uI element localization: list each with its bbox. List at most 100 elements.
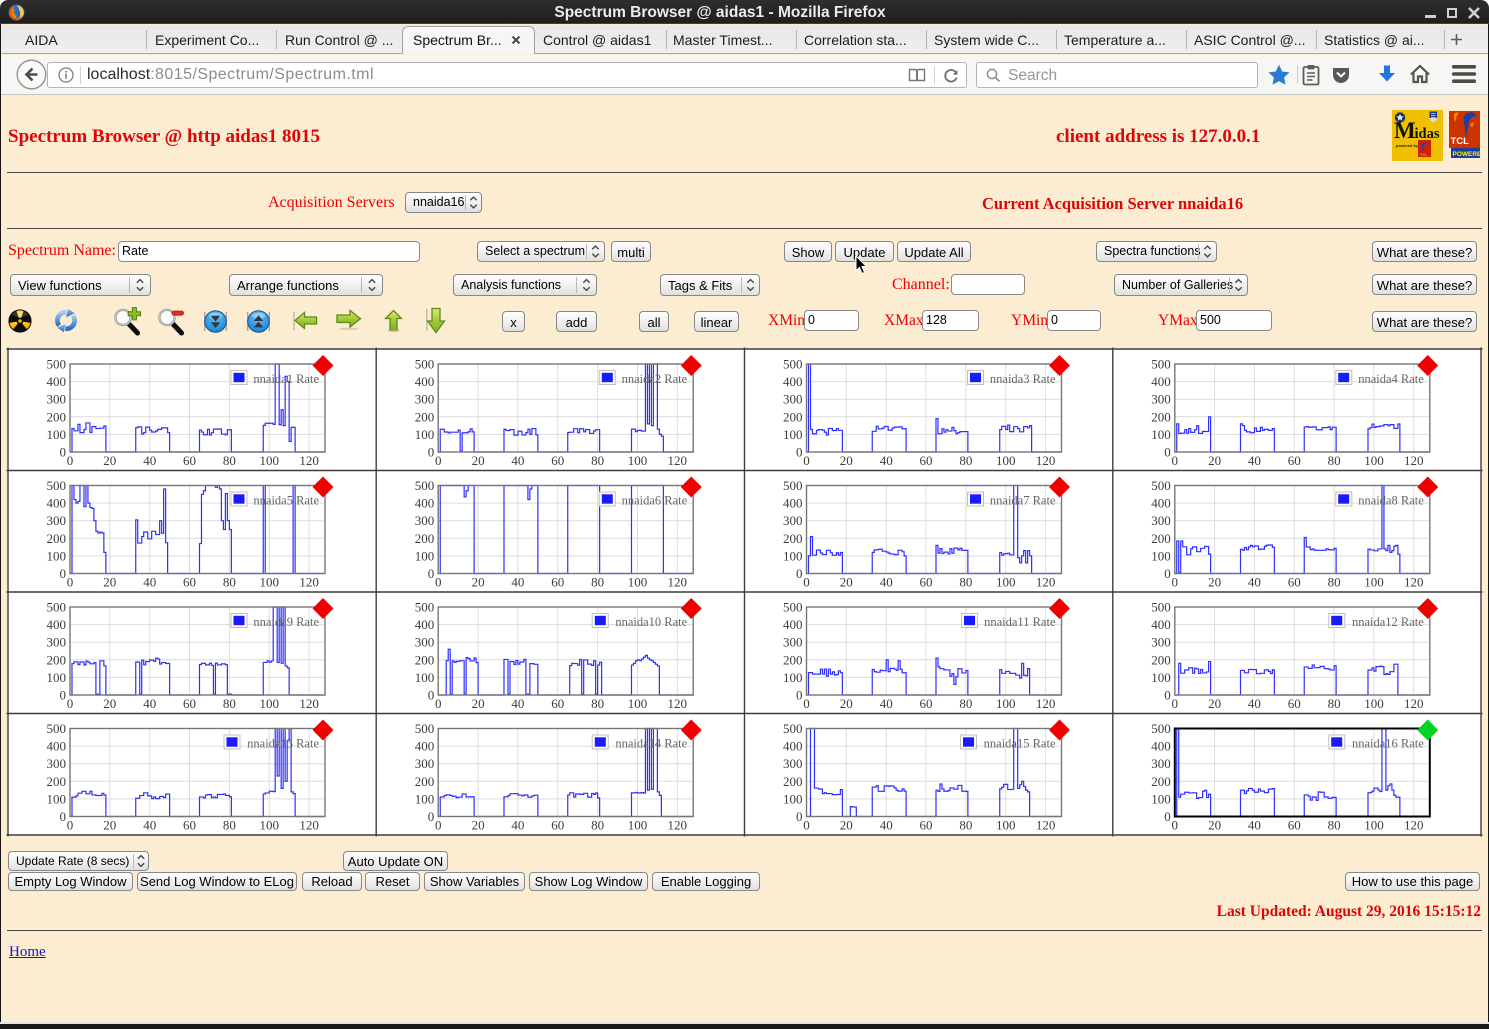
svg-text:500: 500 bbox=[1151, 721, 1171, 736]
svg-text:40: 40 bbox=[511, 574, 524, 589]
svg-text:500: 500 bbox=[47, 721, 67, 736]
svg-text:100: 100 bbox=[1364, 696, 1384, 711]
svg-text:80: 80 bbox=[591, 817, 604, 832]
svg-text:40: 40 bbox=[511, 696, 524, 711]
svg-text:nnaida9 Rate: nnaida9 Rate bbox=[253, 615, 319, 629]
svg-text:200: 200 bbox=[1151, 409, 1171, 424]
svg-text:80: 80 bbox=[959, 574, 972, 589]
svg-text:300: 300 bbox=[47, 634, 67, 649]
svg-text:200: 200 bbox=[47, 530, 67, 545]
svg-text:100: 100 bbox=[783, 669, 803, 684]
svg-text:400: 400 bbox=[1151, 495, 1171, 510]
svg-text:nnaida7 Rate: nnaida7 Rate bbox=[990, 493, 1056, 507]
svg-text:100: 100 bbox=[996, 574, 1016, 589]
svg-text:0: 0 bbox=[60, 444, 67, 459]
svg-text:0: 0 bbox=[1164, 809, 1171, 824]
svg-text:TCL: TCL bbox=[1451, 136, 1470, 147]
svg-text:POWERED: POWERED bbox=[1453, 151, 1482, 158]
svg-text:500: 500 bbox=[47, 599, 67, 614]
svg-text:80: 80 bbox=[591, 574, 604, 589]
svg-text:120: 120 bbox=[299, 574, 319, 589]
svg-text:120: 120 bbox=[668, 696, 688, 711]
svg-text:200: 200 bbox=[415, 409, 435, 424]
svg-text:nnaida14 Rate: nnaida14 Rate bbox=[615, 736, 687, 750]
svg-text:0: 0 bbox=[796, 444, 803, 459]
svg-text:nnaida3 Rate: nnaida3 Rate bbox=[990, 372, 1056, 386]
svg-text:500: 500 bbox=[415, 599, 435, 614]
svg-text:40: 40 bbox=[143, 453, 156, 468]
svg-text:100: 100 bbox=[47, 791, 67, 806]
svg-text:100: 100 bbox=[47, 669, 67, 684]
svg-text:500: 500 bbox=[415, 356, 435, 371]
svg-text:500: 500 bbox=[783, 356, 803, 371]
svg-text:80: 80 bbox=[1328, 453, 1341, 468]
svg-text:300: 300 bbox=[47, 756, 67, 771]
svg-text:40: 40 bbox=[511, 453, 524, 468]
svg-text:120: 120 bbox=[299, 453, 319, 468]
svg-text:300: 300 bbox=[1151, 513, 1171, 528]
svg-text:120: 120 bbox=[1036, 696, 1056, 711]
svg-text:nnaida5 Rate: nnaida5 Rate bbox=[253, 493, 319, 507]
svg-text:20: 20 bbox=[472, 817, 485, 832]
svg-text:M: M bbox=[1394, 118, 1416, 143]
svg-text:500: 500 bbox=[47, 356, 67, 371]
svg-text:400: 400 bbox=[47, 738, 67, 753]
svg-text:20: 20 bbox=[840, 574, 853, 589]
svg-text:40: 40 bbox=[511, 817, 524, 832]
svg-text:400: 400 bbox=[1151, 374, 1171, 389]
svg-text:300: 300 bbox=[415, 756, 435, 771]
svg-text:200: 200 bbox=[783, 409, 803, 424]
svg-text:0: 0 bbox=[435, 817, 442, 832]
svg-text:200: 200 bbox=[415, 530, 435, 545]
svg-text:0: 0 bbox=[428, 809, 435, 824]
svg-text:0: 0 bbox=[1164, 566, 1171, 581]
svg-text:300: 300 bbox=[783, 756, 803, 771]
svg-text:nnaida8 Rate: nnaida8 Rate bbox=[1358, 493, 1424, 507]
svg-text:0: 0 bbox=[796, 809, 803, 824]
svg-text:40: 40 bbox=[880, 574, 893, 589]
svg-text:120: 120 bbox=[1036, 817, 1056, 832]
svg-text:20: 20 bbox=[840, 453, 853, 468]
svg-text:0: 0 bbox=[796, 566, 803, 581]
svg-text:400: 400 bbox=[783, 374, 803, 389]
svg-text:60: 60 bbox=[920, 453, 933, 468]
svg-text:200: 200 bbox=[783, 530, 803, 545]
svg-text:60: 60 bbox=[551, 453, 564, 468]
svg-text:0: 0 bbox=[1172, 817, 1179, 832]
svg-text:200: 200 bbox=[1151, 773, 1171, 788]
svg-text:100: 100 bbox=[47, 426, 67, 441]
svg-text:20: 20 bbox=[840, 817, 853, 832]
svg-text:100: 100 bbox=[259, 574, 279, 589]
svg-text:20: 20 bbox=[103, 574, 116, 589]
svg-text:0: 0 bbox=[67, 574, 74, 589]
svg-text:300: 300 bbox=[415, 391, 435, 406]
svg-text:400: 400 bbox=[783, 617, 803, 632]
svg-text:80: 80 bbox=[223, 817, 236, 832]
svg-text:60: 60 bbox=[551, 696, 564, 711]
svg-text:300: 300 bbox=[783, 634, 803, 649]
svg-text:40: 40 bbox=[880, 696, 893, 711]
svg-text:100: 100 bbox=[783, 791, 803, 806]
svg-text:20: 20 bbox=[103, 696, 116, 711]
svg-text:200: 200 bbox=[783, 773, 803, 788]
svg-text:100: 100 bbox=[415, 669, 435, 684]
svg-text:300: 300 bbox=[1151, 391, 1171, 406]
svg-text:TCL: TCL bbox=[1420, 152, 1428, 157]
svg-text:nnaida10 Rate: nnaida10 Rate bbox=[615, 615, 687, 629]
svg-text:0: 0 bbox=[67, 696, 74, 711]
svg-text:20: 20 bbox=[1208, 453, 1221, 468]
svg-text:400: 400 bbox=[1151, 617, 1171, 632]
svg-text:100: 100 bbox=[628, 453, 648, 468]
svg-text:300: 300 bbox=[47, 513, 67, 528]
svg-text:400: 400 bbox=[415, 374, 435, 389]
svg-text:80: 80 bbox=[959, 817, 972, 832]
svg-text:120: 120 bbox=[1036, 574, 1056, 589]
svg-text:60: 60 bbox=[1288, 696, 1301, 711]
svg-text:20: 20 bbox=[1208, 574, 1221, 589]
svg-text:0: 0 bbox=[428, 444, 435, 459]
svg-text:400: 400 bbox=[415, 495, 435, 510]
svg-text:400: 400 bbox=[47, 617, 67, 632]
svg-text:80: 80 bbox=[223, 696, 236, 711]
svg-text:200: 200 bbox=[1151, 652, 1171, 667]
svg-text:80: 80 bbox=[223, 574, 236, 589]
